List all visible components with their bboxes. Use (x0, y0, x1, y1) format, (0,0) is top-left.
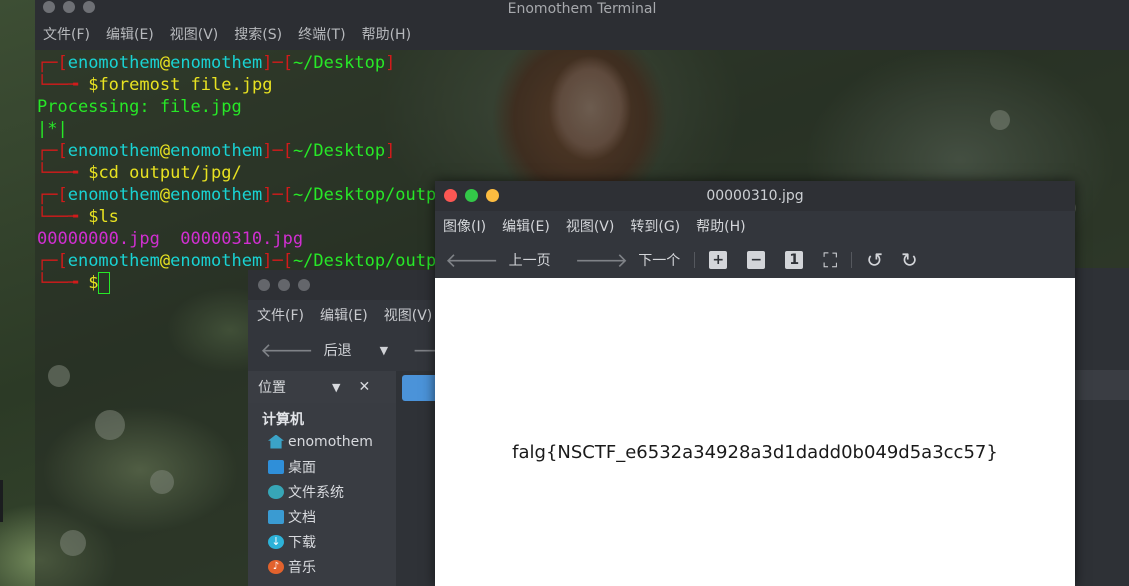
sidebar-item-label: 文档 (288, 509, 316, 526)
terminal-title: Enomothem Terminal (507, 1, 657, 17)
window-controls (444, 189, 499, 202)
menu-help[interactable]: 帮助(H) (696, 216, 745, 236)
zoom-in-icon[interactable]: + (709, 250, 728, 269)
chevron-down-icon[interactable]: ▼ (332, 381, 340, 394)
sidebar-title[interactable]: 位置 (258, 377, 286, 397)
image-viewer-menubar: 图像(I) 编辑(E) 视图(V) 转到(G) 帮助(H) (435, 211, 1075, 241)
minimize-button[interactable] (486, 189, 499, 202)
next-arrow-icon: 🡒 (574, 247, 629, 272)
sidebar-item-label: 文件系统 (288, 484, 344, 501)
menu-terminal[interactable]: 终端(T) (298, 24, 345, 44)
maximize-button[interactable] (298, 279, 310, 291)
sidebar-item-music[interactable]: ♪ 音乐 (248, 554, 396, 579)
sidebar-category: 计算机 (262, 412, 304, 428)
home-icon (268, 434, 284, 449)
close-icon[interactable]: ✕ (358, 379, 370, 395)
music-icon: ♪ (268, 559, 284, 574)
back-button[interactable]: 后退 (324, 340, 352, 360)
sidebar-item-downloads[interactable]: ↓ 下载 (248, 529, 396, 554)
next-button[interactable]: 下一个 (638, 250, 680, 270)
sidebar: 计算机 enomothem 桌面 文件系统 文档 ↓ 下载 ♪ 音乐 (248, 403, 396, 586)
menu-view[interactable]: 视图(V) (566, 216, 615, 236)
fit-screen-icon[interactable]: ⛶ (823, 250, 837, 270)
file-view-edge (1075, 268, 1129, 586)
toolbar-separator (694, 251, 696, 268)
menu-file[interactable]: 文件(F) (43, 24, 90, 44)
drive-icon (268, 484, 284, 499)
minimize-button[interactable] (63, 1, 75, 13)
sidebar-item-label: 下载 (288, 534, 316, 551)
left-edge (0, 480, 3, 522)
sidebar-item-filesystem[interactable]: 文件系统 (248, 479, 396, 504)
menu-help[interactable]: 帮助(H) (362, 24, 411, 44)
window-controls (43, 1, 95, 13)
maximize-button[interactable] (465, 189, 478, 202)
image-viewer-window[interactable]: 00000310.jpg 图像(I) 编辑(E) 视图(V) 转到(G) 帮助(… (435, 181, 1075, 586)
menu-go[interactable]: 转到(G) (630, 216, 680, 236)
zoom-out-icon[interactable]: − (747, 250, 766, 269)
menu-image[interactable]: 图像(I) (443, 216, 486, 236)
documents-icon (268, 509, 284, 524)
sidebar-item-home[interactable]: enomothem (248, 429, 396, 454)
prompt-line: ┌─[enomothem@enomothem]─[~/Desktop] (37, 53, 396, 73)
menu-edit[interactable]: 编辑(E) (320, 305, 368, 325)
minimize-button[interactable] (278, 279, 290, 291)
menu-view[interactable]: 视图(V) (170, 24, 219, 44)
toolbar-separator (851, 251, 853, 268)
close-button[interactable] (258, 279, 270, 291)
zoom-normal-icon[interactable]: 1 (785, 250, 804, 269)
sidebar-item-desktop[interactable]: 桌面 (248, 454, 396, 479)
back-arrow-icon: 🡐 (260, 338, 314, 362)
terminal-menubar: 文件(F) 编辑(E) 视图(V) 搜索(S) 终端(T) 帮助(H) (35, 18, 1129, 50)
image-text: falg{NSCTF_e6532a34928a3d1dadd0b049d5a3c… (512, 441, 998, 463)
download-icon: ↓ (268, 534, 284, 549)
rotate-left-icon[interactable]: ↺ (866, 250, 883, 270)
close-button[interactable] (444, 189, 457, 202)
prev-button[interactable]: 上一页 (509, 250, 551, 270)
menu-view[interactable]: 视图(V) (384, 305, 433, 325)
prev-arrow-icon: 🡐 (445, 247, 499, 272)
terminal-cursor (98, 272, 111, 294)
menu-edit[interactable]: 编辑(E) (502, 216, 550, 236)
terminal-titlebar[interactable]: Enomothem Terminal (35, 0, 1129, 18)
sidebar-item-label: 音乐 (288, 559, 316, 576)
output-line: Processing: file.jpg (37, 97, 242, 117)
menu-edit[interactable]: 编辑(E) (106, 24, 154, 44)
maximize-button[interactable] (83, 1, 95, 13)
file-view-strip (1075, 370, 1129, 400)
prompt-line: ┌─[enomothem@enomothem]─[~/Desktop] (37, 141, 396, 161)
sidebar-item-label: enomothem (288, 433, 373, 450)
output-line: |*| (37, 119, 68, 139)
sidebar-header: 位置 ▼ ✕ (248, 371, 396, 403)
window-controls (258, 279, 310, 291)
menu-search[interactable]: 搜索(S) (234, 24, 282, 44)
image-viewer-toolbar: 🡐 上一页 🡒 下一个 + − 1 ⛶ ↺ ↻ (435, 241, 1075, 279)
image-canvas[interactable]: falg{NSCTF_e6532a34928a3d1dadd0b049d5a3c… (435, 278, 1075, 586)
image-viewer-titlebar[interactable]: 00000310.jpg (435, 181, 1075, 211)
sidebar-item-label: 桌面 (288, 459, 316, 476)
desktop-icon (268, 459, 284, 474)
viewer-title: 00000310.jpg (706, 188, 804, 204)
command-line: └──╼ $foremost file.jpg (37, 75, 273, 95)
back-dropdown-icon[interactable]: ▼ (380, 344, 388, 357)
close-button[interactable] (43, 1, 55, 13)
rotate-right-icon[interactable]: ↻ (901, 250, 918, 270)
menu-file[interactable]: 文件(F) (257, 305, 304, 325)
sidebar-item-documents[interactable]: 文档 (248, 504, 396, 529)
